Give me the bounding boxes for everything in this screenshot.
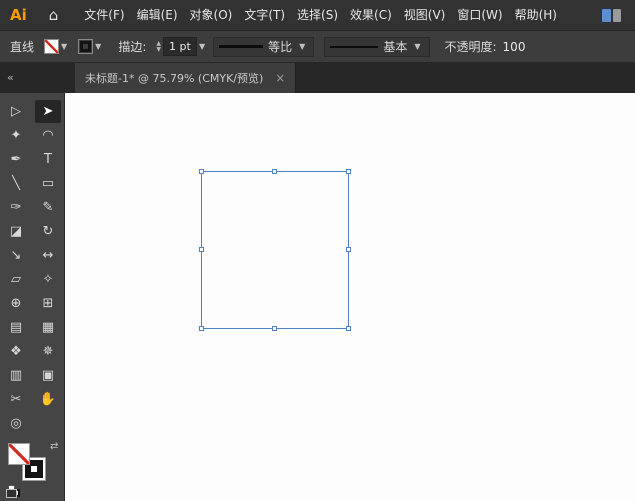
fill-swatch-none[interactable]: [8, 443, 30, 465]
stroke-swatch: [78, 39, 94, 54]
menu-select[interactable]: 选择(S): [291, 0, 344, 30]
variable-width-profile-dropdown[interactable]: 等比 ▼: [213, 36, 315, 57]
toolbar-collapse-icon[interactable]: «: [7, 71, 14, 84]
chevron-down-icon: ▼: [95, 42, 102, 51]
eraser-tool[interactable]: ◪: [3, 220, 29, 243]
slice-tool[interactable]: ✂: [3, 388, 29, 411]
zoom-tool[interactable]: ◎: [3, 412, 29, 435]
opacity-value[interactable]: 100: [503, 40, 526, 54]
control-bar: 直线 ▼ ▼ 描边: ▲ ▼ 1 pt ▼ 等比 ▼ 基本 ▼ 不透明度: 100: [0, 30, 635, 63]
opacity-label: 不透明度:: [444, 40, 497, 54]
selection-tool[interactable]: ➤: [35, 100, 61, 123]
chevron-down-icon: ▼: [299, 42, 306, 51]
workspace-blue-pane: [602, 8, 611, 22]
swap-fill-stroke-icon[interactable]: ⇄: [50, 441, 58, 452]
blend-tool[interactable]: ❖: [3, 340, 29, 363]
canvas-area[interactable]: [65, 93, 635, 501]
lasso-tool[interactable]: ◠: [35, 124, 61, 147]
rectangle-tool[interactable]: ▭: [35, 172, 61, 195]
perspective-grid-tool[interactable]: ⊞: [35, 292, 61, 315]
app-logo: Ai: [10, 6, 27, 24]
brush-preview: [330, 45, 379, 48]
document-tab[interactable]: 未标题-1* @ 75.79% (CMYK/预览) ×: [75, 63, 297, 93]
selection-handle[interactable]: [346, 326, 351, 331]
chevron-down-icon: ▼: [61, 42, 68, 51]
document-tab-bar: « 未标题-1* @ 75.79% (CMYK/预览) ×: [0, 63, 635, 93]
chevron-down-icon: ▼: [414, 42, 421, 51]
selection-handle[interactable]: [272, 169, 277, 174]
stroke-color-dropdown[interactable]: ▼: [78, 39, 104, 54]
workspace-switcher-icon[interactable]: [602, 8, 621, 22]
width-profile-label: 等比: [268, 40, 293, 54]
menu-object[interactable]: 对象(O): [184, 0, 239, 30]
pen-tool[interactable]: ✒: [3, 148, 29, 171]
document-tab-title: 未标题-1* @ 75.79% (CMYK/预览): [85, 72, 264, 85]
line-segment-tool[interactable]: ╲: [3, 172, 29, 195]
paintbrush-tool[interactable]: ✑: [3, 196, 29, 219]
stroke-weight-field[interactable]: 1 pt: [163, 37, 197, 56]
fill-color-dropdown[interactable]: ▼: [44, 39, 70, 54]
menu-help[interactable]: 帮助(H): [509, 0, 563, 30]
menu-window[interactable]: 窗口(W): [451, 0, 508, 30]
selection-handle[interactable]: [272, 326, 277, 331]
menu-effect[interactable]: 效果(C): [344, 0, 398, 30]
home-icon[interactable]: ⌂: [39, 6, 69, 24]
fill-stroke-widget: ⇄: [8, 441, 60, 497]
artboard-tool[interactable]: ▣: [35, 364, 61, 387]
brush-definition-dropdown[interactable]: 基本 ▼: [324, 36, 430, 57]
close-icon[interactable]: ×: [275, 71, 285, 85]
selection-handle[interactable]: [346, 169, 351, 174]
direct-selection-tool[interactable]: ▷: [3, 100, 29, 123]
gradient-tool[interactable]: ▤: [3, 316, 29, 339]
menu-list: 文件(F) 编辑(E) 对象(O) 文字(T) 选择(S) 效果(C) 视图(V) 窗口(W)…: [78, 0, 563, 30]
selection-handle[interactable]: [199, 247, 204, 252]
fill-none-swatch: [44, 39, 60, 54]
brush-label: 基本: [383, 40, 408, 54]
tool-grid: ▷ ➤ ✦ ◠ ✒ T ╲ ▭ ✑ ✎ ◪ ↻ ↘ ↔ ▱ ✧ ⊕ ⊞ ▤ ▦ ❖ ✵ ▥ ▣ ✂ ✋ ◎: [0, 93, 64, 435]
pencil-tool[interactable]: ✎: [35, 196, 61, 219]
chevron-down-icon[interactable]: ▼: [199, 42, 205, 51]
workspace-gray-pane: [613, 8, 621, 22]
column-graph-tool[interactable]: ▥: [3, 364, 29, 387]
menubar: Ai ⌂ 文件(F) 编辑(E) 对象(O) 文字(T) 选择(S) 效果(C) 视图(V)…: [0, 0, 635, 30]
magic-wand-tool[interactable]: ✦: [3, 124, 29, 147]
symbol-sprayer-tool[interactable]: ✵: [35, 340, 61, 363]
width-tool[interactable]: ↔: [35, 244, 61, 267]
menu-file[interactable]: 文件(F): [78, 0, 130, 30]
hand-tool[interactable]: ✋: [35, 388, 61, 411]
stroke-weight-label: 描边:: [118, 40, 147, 54]
eyedropper-tool[interactable]: ✧: [35, 268, 61, 291]
shape-builder-tool[interactable]: ⊕: [3, 292, 29, 315]
mesh-tool[interactable]: ▦: [35, 316, 61, 339]
type-tool[interactable]: T: [35, 148, 61, 171]
free-transform-tool[interactable]: ▱: [3, 268, 29, 291]
scale-tool[interactable]: ↘: [3, 244, 29, 267]
selection-handle[interactable]: [346, 247, 351, 252]
width-profile-preview: [219, 45, 264, 48]
selection-handle[interactable]: [199, 169, 204, 174]
menu-type[interactable]: 文字(T): [238, 0, 291, 30]
draw-mode-button[interactable]: [6, 489, 17, 498]
tools-panel: ▷ ➤ ✦ ◠ ✒ T ╲ ▭ ✑ ✎ ◪ ↻ ↘ ↔ ▱ ✧ ⊕ ⊞ ▤ ▦ ❖ ✵ ▥ ▣ ✂ ✋ ◎ ⇄: [0, 93, 65, 501]
menu-view[interactable]: 视图(V): [398, 0, 452, 30]
selected-rectangle[interactable]: [199, 169, 351, 331]
selection-handle[interactable]: [199, 326, 204, 331]
menu-edit[interactable]: 编辑(E): [131, 0, 184, 30]
stroke-weight-stepper[interactable]: ▲ ▼: [156, 40, 161, 53]
rotate-tool[interactable]: ↻: [35, 220, 61, 243]
selected-object-type: 直线: [10, 40, 35, 54]
